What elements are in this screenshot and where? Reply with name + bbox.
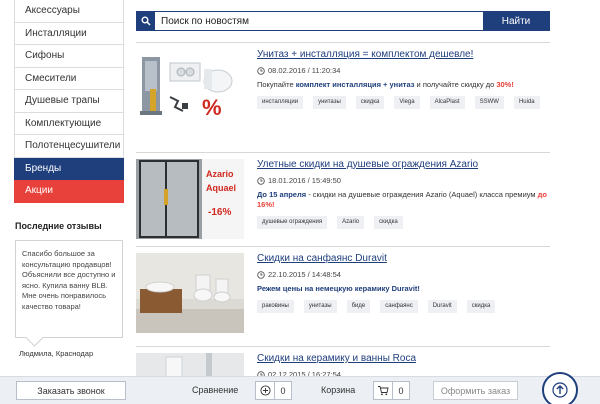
discount-percent-sign: % — [202, 95, 222, 120]
news-title-link[interactable]: Улетные скидки на душевые ограждения Aza… — [257, 158, 547, 171]
news-tag[interactable]: Duravit — [427, 300, 457, 313]
news-search-bar: Найти — [136, 11, 550, 31]
cart-count: 0 — [398, 385, 404, 396]
sidebar-item-accessories[interactable]: Аксессуары — [14, 0, 124, 23]
news-tag[interactable]: унитазы — [313, 96, 346, 109]
news-item: Скидки на керамику и ванны Roca 02.12.20… — [136, 346, 550, 379]
news-tag[interactable]: унитазы — [303, 300, 337, 313]
image-brand-azario: Azario — [206, 169, 234, 179]
news-tag[interactable]: AlcaPlast — [429, 96, 465, 109]
excerpt-highlight: комплект инсталляция + унитаз — [295, 80, 415, 89]
reviews-heading: Последние отзывы — [15, 221, 102, 231]
news-item: Azario Aquael -16% Улетные скидки на душ… — [136, 152, 550, 246]
sidebar-item-brands[interactable]: Бренды — [14, 157, 124, 180]
cart-counter[interactable]: 0 — [373, 381, 410, 400]
news-date-text: 08.02.2016 / 11:20:34 — [268, 66, 341, 75]
sidebar-item-siphons[interactable]: Сифоны — [14, 45, 124, 68]
scroll-to-top-button[interactable] — [542, 372, 578, 404]
search-icon[interactable] — [137, 12, 155, 30]
sidebar-item-towel-warmers[interactable]: Полотенцесушители — [14, 135, 124, 158]
sidebar-item-promotions[interactable]: Акции — [14, 180, 124, 203]
clock-icon — [257, 66, 265, 75]
news-image-duravit-bathroom[interactable] — [136, 253, 244, 333]
compare-label: Сравнение — [192, 385, 239, 395]
news-tag[interactable]: Azario — [337, 216, 365, 229]
review-author: Людмила, Краснодар — [19, 349, 94, 358]
news-item: Скидки на санфаянс Duravit 22.10.2015 / … — [136, 246, 550, 346]
excerpt-highlight: До 15 апреля — [257, 190, 307, 199]
clock-icon — [257, 270, 265, 279]
sidebar-item-mixers[interactable]: Смесители — [14, 67, 124, 90]
news-tag[interactable]: душевые ограждения — [257, 216, 328, 229]
news-excerpt: До 15 апреля - скидки на душевые огражде… — [257, 190, 547, 210]
cart-icon — [374, 382, 393, 399]
compare-plus-icon — [256, 382, 275, 399]
news-title-link[interactable]: Скидки на керамику и ванны Roca — [257, 352, 547, 365]
search-submit-button[interactable]: Найти — [483, 12, 549, 30]
callback-button[interactable]: Заказать звонок — [16, 381, 126, 400]
news-tag[interactable]: санфаянс — [380, 300, 418, 313]
cart-label: Корзина — [321, 385, 356, 395]
news-tags: раковины унитазы биде санфаянс Duravit с… — [257, 300, 547, 313]
checkout-button[interactable]: Оформить заказ — [433, 381, 518, 400]
news-excerpt: Покупайте комплект инсталляция + унитаз … — [257, 80, 547, 90]
excerpt-text: и получайте скидку до — [414, 80, 497, 89]
news-excerpt: Режем цены на немецкую керамику Duravit! — [257, 284, 547, 294]
news-tag[interactable]: Huida — [513, 96, 540, 109]
excerpt-text: Покупайте — [257, 80, 296, 89]
news-tag[interactable]: SSWW — [474, 96, 504, 109]
excerpt-discount: 30%! — [496, 80, 514, 89]
compare-count: 0 — [280, 385, 286, 396]
sidebar-item-components[interactable]: Комплектующие — [14, 112, 124, 135]
news-search-input[interactable] — [155, 12, 483, 30]
news-title-link[interactable]: Скидки на санфаянс Duravit — [257, 252, 547, 265]
news-date: 18.01.2016 / 15:49:50 — [257, 176, 547, 185]
sidebar-item-shower-drains[interactable]: Душевые трапы — [14, 90, 124, 113]
news-item: % Унитаз + инсталляция = комплектом деше… — [136, 42, 550, 152]
sidebar-nav: Аксессуары Инсталляции Сифоны Смесители … — [14, 0, 124, 203]
news-image-toilet-installation[interactable]: % — [136, 49, 244, 129]
bottom-toolbar: Заказать звонок Сравнение 0 Корзина 0 Оф… — [0, 376, 600, 404]
review-card: Спасибо большое за консультацию продавцо… — [15, 240, 123, 338]
news-date: 08.02.2016 / 11:20:34 — [257, 66, 547, 75]
news-tags: инсталляции унитазы скидка Viega AlcaPla… — [257, 96, 547, 109]
compare-counter[interactable]: 0 — [255, 381, 292, 400]
clock-icon — [257, 176, 265, 185]
news-date: 22.10.2015 / 14:48:54 — [257, 270, 547, 279]
image-discount: -16% — [208, 207, 232, 218]
sidebar-item-installations[interactable]: Инсталляции — [14, 22, 124, 45]
news-tag[interactable]: скидка — [466, 300, 496, 313]
news-image-shower-enclosure[interactable]: Azario Aquael -16% — [136, 159, 244, 239]
arrow-up-icon — [552, 382, 568, 398]
news-tag[interactable]: биде — [346, 300, 371, 313]
excerpt-highlight: Режем цены на немецкую керамику Duravit! — [257, 284, 420, 293]
news-image-roca[interactable] — [136, 353, 244, 377]
news-date-text: 22.10.2015 / 14:48:54 — [268, 270, 341, 279]
news-title-link[interactable]: Унитаз + инсталляция = комплектом дешевл… — [257, 48, 547, 61]
news-tag[interactable]: Viega — [394, 96, 420, 109]
news-tag[interactable]: инсталляции — [257, 96, 304, 109]
image-brand-aquael: Aquael — [206, 183, 237, 193]
news-tags: душевые ограждения Azario скидка — [257, 216, 547, 229]
news-date-text: 18.01.2016 / 15:49:50 — [268, 176, 341, 185]
news-tag[interactable]: скидка — [374, 216, 403, 229]
news-tag[interactable]: раковины — [257, 300, 294, 313]
news-tag[interactable]: скидка — [355, 96, 385, 109]
excerpt-text: - скидки на душевые ограждения Azario (A… — [306, 190, 538, 199]
